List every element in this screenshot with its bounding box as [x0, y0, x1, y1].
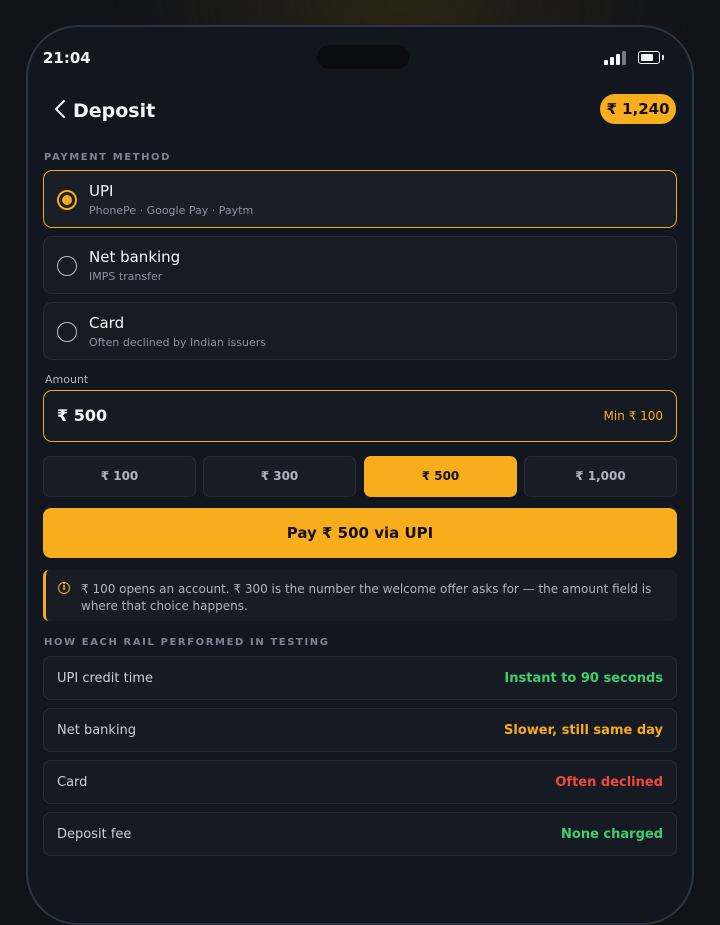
rail-label: Deposit fee: [57, 827, 132, 842]
amount-min-hint: Min ₹ 100: [603, 409, 663, 423]
radio-unselected-icon[interactable]: [57, 256, 77, 276]
payment-option-title: Net banking: [89, 248, 181, 266]
rail-row-card: Card Often declined: [43, 760, 677, 804]
rail-row-upi: UPI credit time Instant to 90 seconds: [43, 656, 677, 700]
rail-row-deposit-fee: Deposit fee None charged: [43, 812, 677, 856]
phone-frame: 21:04 Deposit ₹ 1,240 PAYMENT METHOD UPI…: [26, 25, 694, 925]
rail-value: Slower, still same day: [504, 723, 663, 738]
amount-chip-500[interactable]: ₹ 500: [364, 456, 517, 497]
radio-selected-icon[interactable]: [57, 190, 77, 210]
info-note-text: ₹ 100 opens an account. ₹ 300 is the num…: [81, 582, 652, 613]
back-chevron-icon[interactable]: [52, 99, 70, 119]
radio-unselected-icon[interactable]: [57, 322, 77, 342]
rail-label: UPI credit time: [57, 671, 153, 686]
signal-icon: [604, 51, 630, 65]
rails-section-label: HOW EACH RAIL PERFORMED IN TESTING: [44, 637, 330, 648]
info-icon: i: [58, 582, 70, 594]
amount-chip-100[interactable]: ₹ 100: [43, 456, 196, 497]
battery-tip: [662, 55, 664, 60]
payment-option-subtitle: PhonePe · Google Pay · Paytm: [89, 204, 254, 217]
payment-option-title: Card: [89, 314, 125, 332]
payment-option-subtitle: Often declined by Indian issuers: [89, 336, 266, 349]
payment-option-card[interactable]: Card Often declined by Indian issuers: [43, 302, 677, 360]
pay-button[interactable]: Pay ₹ 500 via UPI: [43, 508, 677, 558]
payment-method-label: PAYMENT METHOD: [44, 152, 172, 163]
payment-option-subtitle: IMPS transfer: [89, 270, 163, 283]
rail-label: Card: [57, 775, 88, 790]
payment-option-title: UPI: [89, 182, 114, 200]
rail-row-net-banking: Net banking Slower, still same day: [43, 708, 677, 752]
camera-notch: [317, 45, 409, 69]
amount-value: ₹ 500: [57, 406, 108, 425]
payment-option-net-banking[interactable]: Net banking IMPS transfer: [43, 236, 677, 294]
rail-value: Instant to 90 seconds: [504, 671, 663, 686]
amount-chip-300[interactable]: ₹ 300: [203, 456, 356, 497]
payment-option-upi[interactable]: UPI PhonePe · Google Pay · Paytm: [43, 170, 677, 228]
rail-value: None charged: [561, 827, 663, 842]
amount-chip-1000[interactable]: ₹ 1,000: [524, 456, 677, 497]
rail-label: Net banking: [57, 723, 137, 738]
page-title: Deposit: [73, 100, 156, 122]
amount-label: Amount: [45, 373, 89, 386]
amount-input[interactable]: ₹ 500 Min ₹ 100: [43, 390, 677, 442]
info-note: i ₹ 100 opens an account. ₹ 300 is the n…: [43, 570, 677, 621]
balance-badge[interactable]: ₹ 1,240: [600, 94, 676, 124]
status-time: 21:04: [43, 49, 91, 67]
rail-value: Often declined: [555, 775, 663, 790]
battery-icon: [638, 51, 660, 64]
